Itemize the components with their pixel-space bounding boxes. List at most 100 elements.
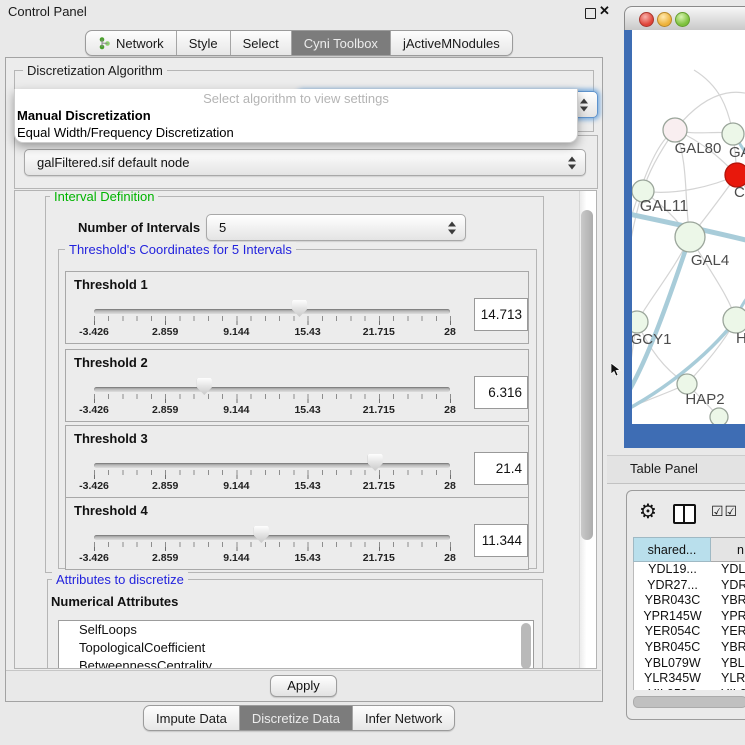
network-node[interactable]: [722, 123, 744, 145]
cell-name[interactable]: YBR0: [711, 593, 745, 609]
cell-shared-name[interactable]: YBR043C: [634, 593, 711, 609]
threshold-value-field[interactable]: 14.713: [474, 298, 528, 331]
bottom-tab-bar: Impute Data Discretize Data Infer Networ…: [143, 705, 455, 731]
tab-jactivemnodules[interactable]: jActiveMNodules: [390, 31, 512, 55]
split-columns-icon[interactable]: [673, 504, 696, 524]
cell-name[interactable]: YDL1: [711, 562, 745, 578]
combo-stepper-icon: [568, 156, 577, 169]
threshold-value-field[interactable]: 6.316: [474, 376, 528, 409]
tab-network[interactable]: Network: [86, 31, 176, 55]
slider-ticks: [94, 394, 451, 403]
table-row[interactable]: YLR345WYLR3: [634, 671, 745, 687]
cell-name[interactable]: YPR1: [711, 609, 745, 625]
group-title: Interval Definition: [50, 190, 158, 204]
threshold-label: Threshold 2: [74, 355, 148, 370]
number-of-intervals-combo[interactable]: 5: [206, 214, 466, 241]
minimize-traffic-light[interactable]: [657, 12, 672, 27]
number-of-intervals-label: Number of Intervals: [78, 220, 200, 235]
network-canvas[interactable]: GAL80GACGAL11GAL4GCY1HHAP2: [632, 30, 745, 424]
threshold-label: Threshold 1: [74, 277, 148, 292]
table-row[interactable]: YDL19...YDL1: [634, 562, 745, 578]
table-row[interactable]: YBR043CYBR0: [634, 593, 745, 609]
network-node[interactable]: [675, 222, 705, 252]
dropdown-option-manual[interactable]: Manual Discretization: [15, 107, 577, 124]
threshold-row: Threshold 1 -3.4262.8599.14415.4321.7152…: [65, 271, 529, 344]
cell-shared-name[interactable]: YBR045C: [634, 640, 711, 656]
network-edge[interactable]: [643, 175, 737, 192]
tab-discretize-data[interactable]: Discretize Data: [239, 706, 352, 730]
table-row[interactable]: YER054CYER0: [634, 624, 745, 640]
table-row[interactable]: YIL052CYIL0: [634, 687, 745, 690]
cell-name[interactable]: YIL0: [711, 687, 745, 690]
cell-shared-name[interactable]: YPR145W: [634, 609, 711, 625]
tick-label: 15.43: [294, 404, 320, 416]
attribute-list-item[interactable]: TopologicalCoefficient: [59, 639, 533, 657]
tick-label: 15.43: [294, 326, 320, 338]
attribute-list-item[interactable]: BetweennessCentrality: [59, 657, 533, 669]
slider-track[interactable]: [94, 463, 450, 468]
cyni-toolbox-panel: Discretization Algorithm Select algorith…: [5, 57, 603, 702]
slider-thumb[interactable]: [197, 378, 212, 395]
interval-definition-group: Interval Definition Number of Intervals …: [45, 196, 544, 573]
checkbox-icons[interactable]: ☑☑: [711, 503, 738, 520]
table-row[interactable]: YDR27...YDR2: [634, 578, 745, 594]
tab-label: Discretize Data: [252, 711, 340, 726]
horizontal-scrollbar-thumb[interactable]: [633, 696, 745, 708]
list-scrollbar-thumb[interactable]: [521, 623, 531, 669]
tick-label: 2.859: [152, 404, 178, 416]
tab-select[interactable]: Select: [230, 31, 291, 55]
cell-shared-name[interactable]: YER054C: [634, 624, 711, 640]
network-node[interactable]: [632, 311, 648, 333]
cell-name[interactable]: YDR2: [711, 578, 745, 594]
cell-shared-name[interactable]: YLR345W: [634, 671, 711, 687]
tick-label: 2.859: [152, 480, 178, 492]
dropdown-option-equal-width[interactable]: Equal Width/Frequency Discretization: [15, 124, 577, 141]
tab-infer-network[interactable]: Infer Network: [352, 706, 454, 730]
threshold-value-field[interactable]: 21.4: [474, 452, 528, 485]
slider-track[interactable]: [94, 535, 450, 540]
cell-shared-name[interactable]: YDR27...: [634, 578, 711, 594]
table-panel: ⚙ ☑☑ shared... n YDL19...YDL1YDR27...YDR…: [626, 490, 745, 720]
vertical-scrollbar-thumb[interactable]: [581, 210, 593, 540]
combo-value: 5: [219, 220, 226, 235]
float-window-icon[interactable]: [585, 8, 596, 19]
slider-thumb[interactable]: [254, 526, 269, 543]
network-node[interactable]: [663, 118, 687, 142]
numerical-attributes-list[interactable]: SelfLoopsTopologicalCoefficientBetweenne…: [58, 620, 534, 669]
slider-thumb[interactable]: [368, 454, 383, 471]
zoom-traffic-light[interactable]: [675, 12, 690, 27]
threshold-value-field[interactable]: 11.344: [474, 524, 528, 557]
cell-name[interactable]: YLR3: [711, 671, 745, 687]
apply-button[interactable]: Apply: [270, 675, 337, 697]
tab-label: Infer Network: [365, 711, 442, 726]
cell-name[interactable]: YER0: [711, 624, 745, 640]
table-row[interactable]: YPR145WYPR1: [634, 609, 745, 625]
cell-name[interactable]: YBL0: [711, 656, 745, 672]
network-node[interactable]: [710, 408, 728, 424]
cell-shared-name[interactable]: YBL079W: [634, 656, 711, 672]
table-row[interactable]: YBR045CYBR0: [634, 640, 745, 656]
tab-cyni-toolbox[interactable]: Cyni Toolbox: [291, 31, 390, 55]
slider-track[interactable]: [94, 387, 450, 392]
table-row[interactable]: YBL079WYBL0: [634, 656, 745, 672]
slider-track[interactable]: [94, 309, 450, 314]
tab-label: jActiveMNodules: [403, 36, 500, 51]
tab-label: Cyni Toolbox: [304, 36, 378, 51]
close-icon[interactable]: ✕: [599, 3, 610, 19]
tab-style[interactable]: Style: [176, 31, 230, 55]
column-header-name[interactable]: n: [711, 537, 745, 562]
cell-shared-name[interactable]: YIL052C: [634, 687, 711, 690]
tab-impute-data[interactable]: Impute Data: [144, 706, 239, 730]
tick-label: 21.715: [363, 480, 395, 492]
gear-icon[interactable]: ⚙: [639, 499, 657, 524]
attribute-list-item[interactable]: SelfLoops: [59, 621, 533, 639]
network-icon: [98, 36, 111, 50]
close-traffic-light[interactable]: [639, 12, 654, 27]
table-data-combo[interactable]: galFiltered.sif default node: [24, 149, 586, 176]
cell-name[interactable]: YBR0: [711, 640, 745, 656]
tick-label: 21.715: [363, 404, 395, 416]
cell-shared-name[interactable]: YDL19...: [634, 562, 711, 578]
column-header-shared-name[interactable]: shared...: [633, 537, 711, 562]
combo-value: galFiltered.sif default node: [37, 155, 189, 170]
slider-thumb[interactable]: [292, 300, 307, 317]
